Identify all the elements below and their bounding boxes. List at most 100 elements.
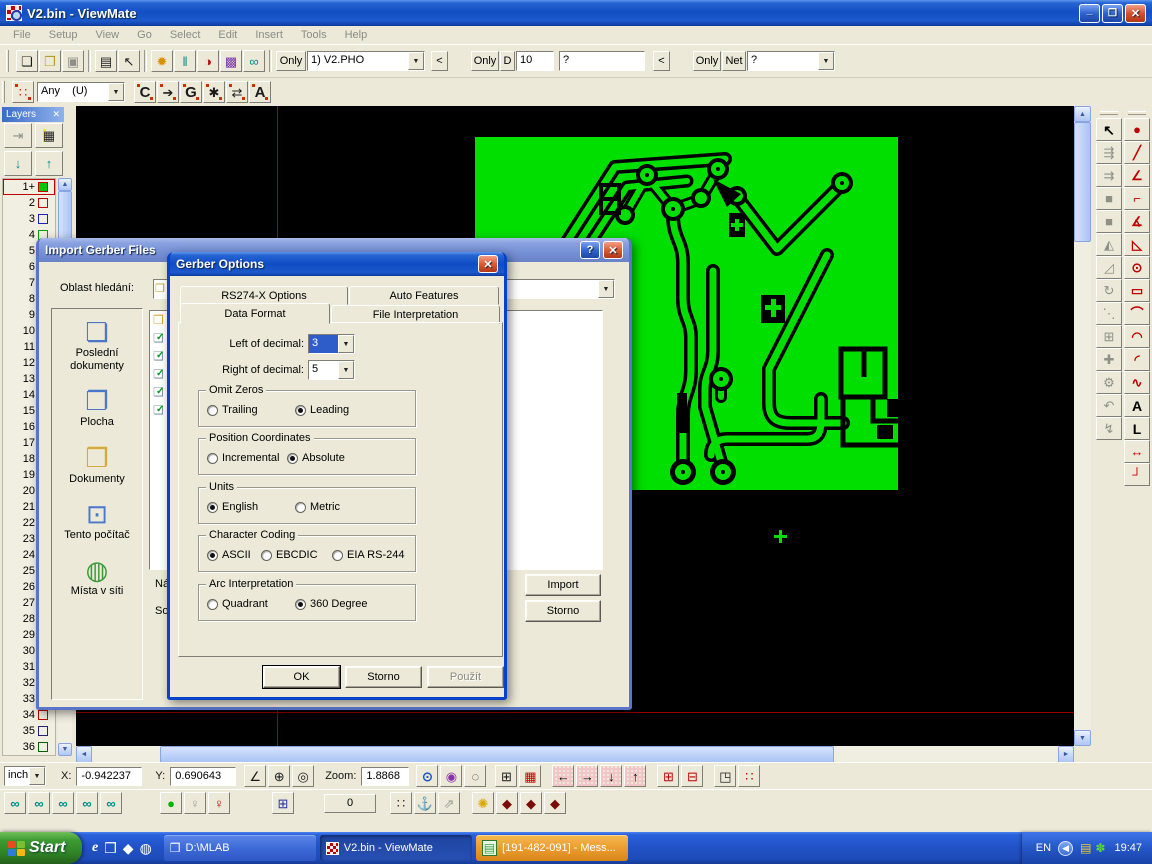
- menu-item-setup[interactable]: Setup: [40, 27, 87, 43]
- layers-panel-titlebar[interactable]: Layers ✕: [2, 107, 64, 122]
- task-button-3[interactable]: ▤[191-482-091] - Mess...: [476, 835, 628, 861]
- mirror-button[interactable]: ◭: [1096, 233, 1122, 256]
- radio-button-icon[interactable]: [207, 502, 218, 513]
- layer-up-button[interactable]: ↑: [35, 151, 63, 176]
- radio-trailing[interactable]: Trailing: [207, 404, 258, 416]
- draw-angle-arc-button[interactable]: ∡: [1124, 210, 1150, 233]
- draw-corner-button[interactable]: ⌐: [1124, 187, 1150, 210]
- radio-button-icon[interactable]: [207, 453, 218, 464]
- letter-G-button[interactable]: G: [180, 81, 202, 103]
- draw-label-button[interactable]: L: [1124, 417, 1150, 440]
- zoom-window-button[interactable]: ◉: [440, 765, 462, 787]
- only-layer-button[interactable]: Only: [276, 51, 306, 71]
- menu-item-help[interactable]: Help: [336, 27, 377, 43]
- view-thumb-button[interactable]: ⊞: [495, 765, 517, 787]
- glasses-line-button[interactable]: ∞: [76, 792, 98, 814]
- task-button-2[interactable]: V2.bin - ViewMate: [320, 835, 472, 861]
- radio-english[interactable]: English: [207, 501, 258, 513]
- decimal-combo[interactable]: 3▼: [308, 334, 355, 354]
- pad-mark-s-button[interactable]: ◆: [520, 792, 542, 814]
- layer-colors-button[interactable]: ▩: [220, 50, 242, 72]
- layer-setup-button[interactable]: ▦: [35, 123, 63, 148]
- radio-ascii[interactable]: ASCII: [207, 549, 251, 561]
- chevron-left-icon[interactable]: ◀: [1058, 841, 1073, 856]
- zoom-in-button[interactable]: ⊙: [416, 765, 438, 787]
- rotate-arc-button[interactable]: ↻: [1096, 279, 1122, 302]
- only-net-button[interactable]: Only: [693, 51, 721, 71]
- letter-A-button[interactable]: A: [249, 81, 271, 103]
- chevron-down-icon[interactable]: ▼: [29, 767, 45, 785]
- letter-C-button[interactable]: C: [134, 81, 156, 103]
- pad-mark-corner-button[interactable]: ◆: [544, 792, 566, 814]
- radio-button-icon[interactable]: [287, 453, 298, 464]
- draw-bend-button[interactable]: ∠: [1124, 164, 1150, 187]
- scroll-down-icon[interactable]: ▼: [1074, 730, 1091, 746]
- minimize-button[interactable]: [1079, 4, 1100, 23]
- draw-rect-button[interactable]: ▭: [1124, 279, 1150, 302]
- place-network[interactable]: ◍Místa v síti: [53, 557, 141, 598]
- language-indicator[interactable]: EN: [1036, 842, 1051, 854]
- scrollbar-thumb[interactable]: [160, 746, 834, 763]
- file-item[interactable]: ❏: [153, 403, 164, 417]
- file-item[interactable]: ❏: [153, 367, 164, 381]
- measure-button[interactable]: ‖: [174, 50, 196, 72]
- dcode-filter-input[interactable]: ?: [559, 51, 645, 71]
- radio-eia-rs-244[interactable]: EIA RS-244: [332, 549, 404, 561]
- pad-mark-button[interactable]: ◆: [496, 792, 518, 814]
- active-layer-combo[interactable]: 1) V2.PHO ▼: [307, 51, 425, 71]
- decimal-combo[interactable]: 5▼: [308, 360, 355, 380]
- place-recent-documents[interactable]: ❏Poslední dokumenty: [53, 319, 141, 373]
- layer-down-button[interactable]: ↓: [4, 151, 32, 176]
- dcode-number-input[interactable]: 10: [516, 51, 554, 71]
- units-combo[interactable]: inch ▼: [4, 766, 46, 786]
- radio-ebcdic[interactable]: EBCDIC: [261, 549, 318, 561]
- layer-row-3[interactable]: 3: [3, 211, 55, 227]
- vertical-scrollbar[interactable]: ▲ ▼: [1074, 106, 1091, 746]
- scrollbar-thumb[interactable]: [1074, 122, 1091, 242]
- context-help-button[interactable]: ↖: [118, 50, 140, 72]
- start-button[interactable]: Start: [0, 832, 82, 864]
- net-button[interactable]: Net: [722, 51, 746, 71]
- tab-data-format[interactable]: Data Format: [180, 303, 330, 324]
- draw-arc-button[interactable]: ◠: [1124, 325, 1150, 348]
- relative-origin-button[interactable]: ◎: [292, 765, 314, 787]
- menu-item-edit[interactable]: Edit: [209, 27, 246, 43]
- place-desktop[interactable]: ❐Plocha: [53, 388, 141, 429]
- chevron-down-icon[interactable]: ▼: [338, 335, 354, 353]
- close-button[interactable]: ✕: [478, 255, 498, 273]
- dcode-display-button[interactable]: ◑: [197, 50, 219, 72]
- snap-grid-button[interactable]: ∷: [390, 792, 412, 814]
- radio-metric[interactable]: Metric: [295, 501, 340, 513]
- origin-target-button[interactable]: ⊕: [268, 765, 290, 787]
- close-button[interactable]: ✕: [603, 241, 623, 259]
- step-move-button[interactable]: ⇗: [438, 792, 460, 814]
- radio-absolute[interactable]: Absolute: [287, 452, 345, 464]
- print-button[interactable]: ▤: [95, 50, 117, 72]
- pan-right-button[interactable]: →: [576, 765, 598, 787]
- file-item[interactable]: ❏: [153, 385, 164, 399]
- quick-folder-icon[interactable]: ❒: [104, 840, 117, 857]
- horizontal-scrollbar[interactable]: ◄ ►: [76, 746, 1074, 763]
- scroll-up-icon[interactable]: ▲: [58, 178, 72, 191]
- help-button[interactable]: ?: [580, 241, 600, 259]
- glasses-dcodes-button[interactable]: ∞: [4, 792, 26, 814]
- draw-circle-button[interactable]: ⊙: [1124, 256, 1150, 279]
- flash-star-button[interactable]: ✱: [203, 81, 225, 103]
- traverse-jump-button[interactable]: ⇄: [226, 81, 248, 103]
- ie-icon[interactable]: e: [92, 840, 98, 856]
- draw-text-button[interactable]: A: [1124, 394, 1150, 417]
- radio-incremental[interactable]: Incremental: [207, 452, 279, 464]
- chevron-down-icon[interactable]: ▼: [818, 52, 834, 70]
- point-select-button[interactable]: ∷: [738, 765, 760, 787]
- lamp-outline-button[interactable]: ♀: [208, 792, 230, 814]
- firefox-icon[interactable]: ◍: [140, 840, 152, 857]
- draw-triangle-button[interactable]: ◺: [1124, 233, 1150, 256]
- highlight-toggle-button[interactable]: ●: [160, 792, 182, 814]
- layer-row-1+[interactable]: 1+: [3, 179, 55, 195]
- scroll-down-icon[interactable]: ▼: [58, 743, 72, 756]
- radio-leading[interactable]: Leading: [295, 404, 349, 416]
- select-arrow-button[interactable]: ↖: [1096, 118, 1122, 141]
- radio-button-icon[interactable]: [207, 550, 218, 561]
- file-item[interactable]: ❒: [153, 313, 164, 327]
- merge-view-button[interactable]: ⊟: [681, 765, 703, 787]
